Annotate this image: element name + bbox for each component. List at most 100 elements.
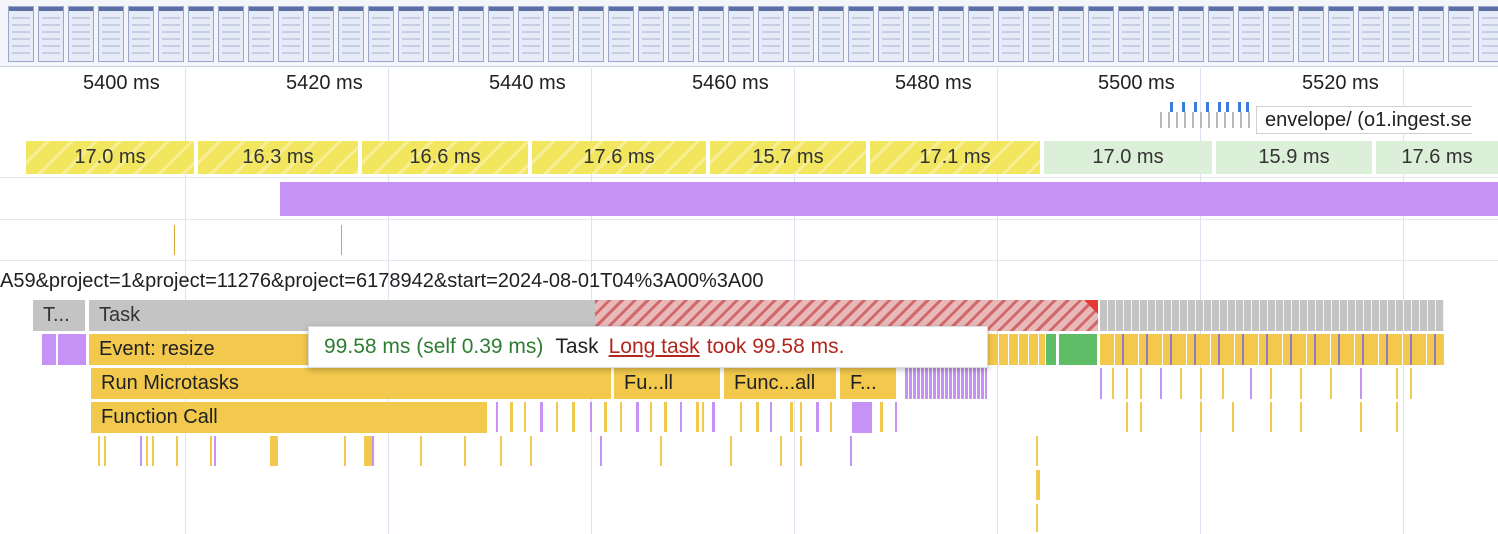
- call-sliver[interactable]: [1126, 402, 1128, 432]
- task-bar-short[interactable]: T...: [33, 300, 85, 331]
- screenshot-thumbnail[interactable]: [548, 6, 574, 62]
- call-sliver[interactable]: [1410, 368, 1412, 399]
- call-sliver[interactable]: [520, 368, 523, 399]
- call-sliver[interactable]: [586, 368, 589, 399]
- screenshot-thumbnail[interactable]: [1418, 6, 1444, 62]
- screenshot-thumbnail[interactable]: [908, 6, 934, 62]
- call-sliver[interactable]: [506, 368, 509, 399]
- call-sliver[interactable]: [650, 402, 652, 432]
- frame-dropped[interactable]: 17.6 ms: [532, 141, 706, 174]
- screenshot-thumbnail[interactable]: [938, 6, 964, 62]
- screenshot-thumbnail[interactable]: [458, 6, 484, 62]
- call-sliver[interactable]: [895, 402, 897, 432]
- call-sliver[interactable]: [1126, 368, 1128, 399]
- call-sliver[interactable]: [590, 402, 592, 432]
- screenshot-thumbnail[interactable]: [968, 6, 994, 62]
- screenshot-thumbnail[interactable]: [1208, 6, 1234, 62]
- call-sliver[interactable]: [800, 402, 802, 432]
- function-call-bar[interactable]: Func...all: [724, 368, 836, 399]
- screenshot-thumbnail[interactable]: [188, 6, 214, 62]
- call-sliver[interactable]: [490, 368, 493, 399]
- screenshot-thumbnail[interactable]: [1448, 6, 1474, 62]
- call-sliver[interactable]: [528, 368, 531, 399]
- call-sliver[interactable]: [1140, 402, 1142, 432]
- long-task-link[interactable]: Long task: [609, 335, 700, 359]
- call-sliver[interactable]: [660, 436, 662, 466]
- frame-dropped[interactable]: 15.7 ms: [710, 141, 866, 174]
- screenshot-thumbnail[interactable]: [308, 6, 334, 62]
- screenshot-thumbnail[interactable]: [1238, 6, 1264, 62]
- call-sliver[interactable]: [364, 436, 372, 466]
- network-request-marker[interactable]: [1238, 102, 1241, 112]
- screenshot-thumbnail[interactable]: [1118, 6, 1144, 62]
- call-sliver[interactable]: [214, 436, 216, 466]
- call-sliver[interactable]: [556, 402, 558, 432]
- call-sliver[interactable]: [146, 436, 148, 466]
- call-sliver[interactable]: [1232, 402, 1234, 432]
- screenshot-thumbnail[interactable]: [68, 6, 94, 62]
- call-sliver[interactable]: [608, 368, 611, 399]
- screenshot-thumbnail[interactable]: [848, 6, 874, 62]
- screenshot-thumbnail[interactable]: [218, 6, 244, 62]
- call-sliver[interactable]: [620, 402, 622, 432]
- call-sliver[interactable]: [512, 368, 515, 399]
- function-call-bar[interactable]: F...: [840, 368, 896, 399]
- call-sliver[interactable]: [510, 402, 513, 432]
- call-sliver[interactable]: [1112, 368, 1114, 399]
- network-request-label[interactable]: envelope/ (o1.ingest.se: [1256, 106, 1472, 134]
- call-sliver[interactable]: [730, 436, 732, 466]
- call-sliver[interactable]: [1270, 368, 1272, 399]
- call-sliver[interactable]: [592, 368, 595, 399]
- call-sliver[interactable]: [140, 436, 142, 466]
- call-sliver[interactable]: [1360, 402, 1362, 432]
- timing-marker[interactable]: [341, 225, 342, 255]
- call-sliver[interactable]: [534, 368, 537, 399]
- call-sliver[interactable]: [1140, 368, 1142, 399]
- screenshot-filmstrip[interactable]: [0, 0, 1498, 67]
- frame-ok[interactable]: 17.6 ms: [1376, 141, 1498, 174]
- script-slice[interactable]: [989, 334, 1045, 365]
- purple-slice[interactable]: [852, 402, 872, 433]
- network-request-marker[interactable]: [1206, 102, 1209, 112]
- call-sliver[interactable]: [1330, 368, 1332, 399]
- purple-slice[interactable]: [905, 368, 987, 399]
- call-sliver[interactable]: [680, 402, 682, 432]
- call-sliver[interactable]: [176, 436, 178, 466]
- call-sliver[interactable]: [1300, 402, 1302, 432]
- network-request-marker[interactable]: [1246, 102, 1249, 112]
- call-sliver[interactable]: [790, 402, 793, 432]
- call-sliver[interactable]: [576, 368, 579, 399]
- call-sliver[interactable]: [1180, 368, 1182, 399]
- screenshot-thumbnail[interactable]: [278, 6, 304, 62]
- call-sliver[interactable]: [1200, 402, 1202, 432]
- call-sliver[interactable]: [568, 368, 571, 399]
- call-sliver[interactable]: [524, 402, 526, 432]
- screenshot-thumbnail[interactable]: [1058, 6, 1084, 62]
- screenshot-thumbnail[interactable]: [788, 6, 814, 62]
- call-sliver[interactable]: [1396, 402, 1398, 432]
- timing-marker[interactable]: [174, 225, 175, 255]
- call-sliver[interactable]: [1250, 368, 1252, 399]
- call-sliver[interactable]: [702, 402, 704, 432]
- interaction-bar[interactable]: [280, 182, 1498, 216]
- function-call-bar[interactable]: Fu...ll: [614, 368, 720, 399]
- screenshot-thumbnail[interactable]: [638, 6, 664, 62]
- call-sliver[interactable]: [604, 402, 607, 432]
- screenshot-thumbnail[interactable]: [998, 6, 1024, 62]
- screenshot-thumbnail[interactable]: [248, 6, 274, 62]
- call-sliver[interactable]: [98, 436, 100, 466]
- call-sliver[interactable]: [530, 436, 532, 466]
- screenshot-thumbnail[interactable]: [98, 6, 124, 62]
- screenshot-thumbnail[interactable]: [518, 6, 544, 62]
- call-sliver[interactable]: [152, 436, 154, 466]
- screenshot-thumbnail[interactable]: [1088, 6, 1114, 62]
- screenshot-thumbnail[interactable]: [1358, 6, 1384, 62]
- screenshot-thumbnail[interactable]: [818, 6, 844, 62]
- frame-dropped[interactable]: 16.6 ms: [362, 141, 528, 174]
- call-sliver[interactable]: [420, 436, 422, 466]
- screenshot-thumbnail[interactable]: [428, 6, 454, 62]
- call-sliver[interactable]: [372, 436, 374, 466]
- call-sliver[interactable]: [1270, 402, 1272, 432]
- call-sliver[interactable]: [1100, 368, 1102, 399]
- script-slice[interactable]: [1100, 334, 1444, 365]
